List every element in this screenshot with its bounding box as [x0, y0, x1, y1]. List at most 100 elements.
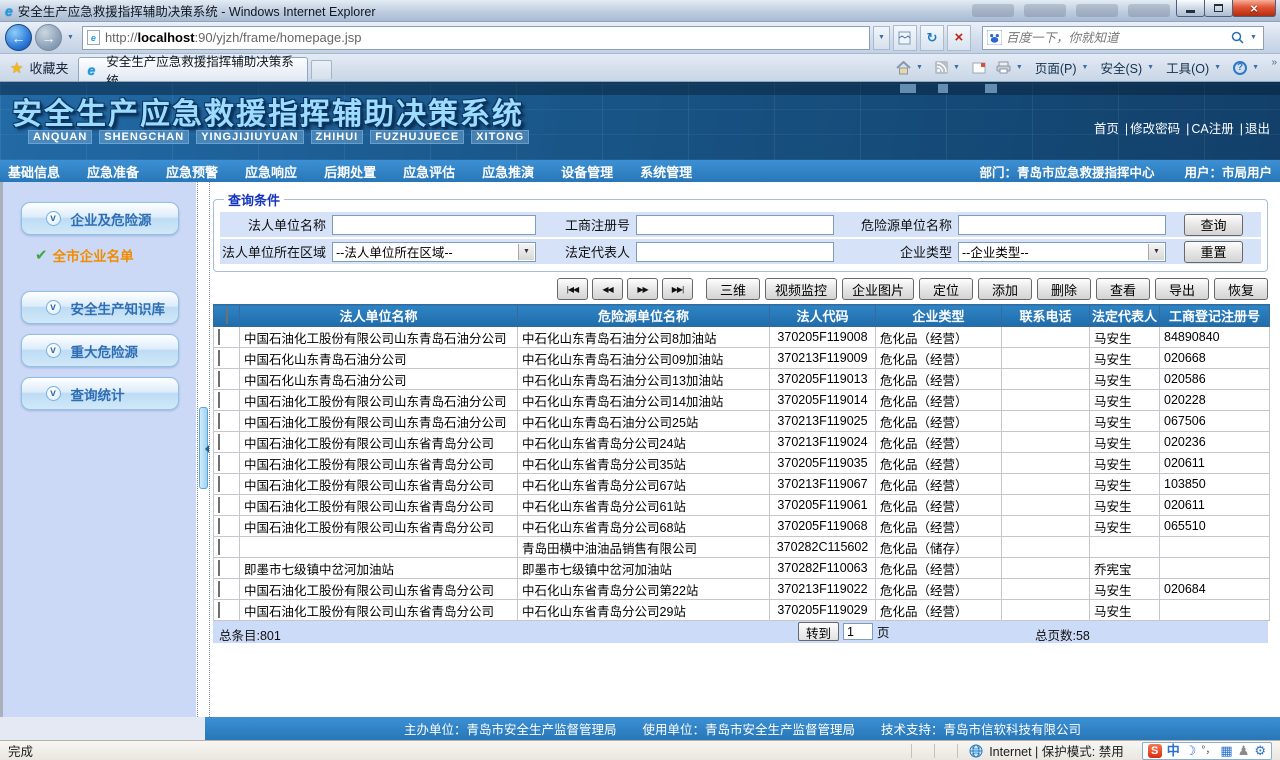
help-menu-button[interactable]: ? ▼	[1230, 60, 1264, 75]
toolbar-button[interactable]: 恢复	[1214, 278, 1268, 300]
favorites-button[interactable]: ★ 收藏夹	[0, 54, 78, 81]
table-row[interactable]: 中国石油化工股份有限公司山东省青岛分公司 中石化山东省青岛分公司68站 370205…	[213, 515, 1270, 537]
toolbar-button[interactable]: 导出	[1155, 278, 1209, 300]
page-number-input[interactable]	[843, 623, 874, 640]
table-row[interactable]: 中国石油化工股份有限公司山东省青岛分公司 中石化山东省青岛分公司24站 370213…	[213, 431, 1270, 453]
user-icon[interactable]: ♟	[1238, 743, 1250, 758]
table-row[interactable]: 中国石油化工股份有限公司山东省青岛分公司 中石化山东省青岛分公司29站 370205…	[213, 599, 1270, 621]
soft-keyboard-icon[interactable]: ▦	[1220, 743, 1232, 758]
goto-button[interactable]: 转到	[798, 622, 840, 641]
menu-item[interactable]: 系统管理	[640, 162, 692, 181]
menu-item[interactable]: 基础信息	[8, 162, 60, 181]
row-checkbox[interactable]	[218, 539, 220, 555]
menu-item[interactable]: 应急响应	[245, 162, 297, 181]
table-row[interactable]: 青岛田横中油油品销售有限公司 370282C115602 危化品（储存）	[213, 536, 1270, 558]
sidebar-group-button[interactable]: v 企业及危险源	[20, 202, 179, 235]
menu-item[interactable]: 应急推演	[482, 162, 534, 181]
feeds-button[interactable]: ▼	[932, 61, 965, 74]
row-checkbox[interactable]	[218, 518, 220, 534]
forward-button[interactable]: →	[35, 24, 62, 51]
last-page-button[interactable]: ▶▶|	[661, 278, 693, 300]
sidebar-splitter[interactable]	[197, 182, 210, 717]
table-row[interactable]: 中国石油化工股份有限公司山东省青岛分公司 中石化山东省青岛分公司61站 370205…	[213, 494, 1270, 516]
toolbar-button[interactable]: 添加	[978, 278, 1032, 300]
address-dropdown-button[interactable]: ▼	[872, 25, 890, 50]
maximize-button[interactable]	[1204, 0, 1233, 17]
select-all-checkbox[interactable]	[225, 307, 228, 324]
table-row[interactable]: 中国石油化工股份有限公司山东省青岛分公司 中石化山东省青岛分公司35站 370205…	[213, 452, 1270, 474]
home-button[interactable]: ▼	[893, 60, 928, 75]
menu-item[interactable]: 应急评估	[403, 162, 455, 181]
row-checkbox[interactable]	[218, 371, 220, 387]
prev-page-button[interactable]: ◀◀	[591, 278, 623, 300]
half-moon-icon[interactable]: ☽	[1185, 743, 1197, 758]
toolbar-button[interactable]: 视频监控	[764, 278, 837, 300]
header-link[interactable]: 退出	[1245, 122, 1270, 136]
table-row[interactable]: 中国石化山东青岛石油分公司 中石化山东青岛石油分公司09加油站 370213F119…	[213, 347, 1270, 369]
table-row[interactable]: 中国石油化工股份有限公司山东青岛石油分公司 中石化山东青岛石油分公司14加油站 37…	[213, 389, 1270, 411]
menu-item[interactable]: 后期处置	[324, 162, 376, 181]
corp-name-input[interactable]	[332, 214, 536, 235]
ent-type-select[interactable]: --企业类型-- ▼	[958, 241, 1166, 262]
read-mail-button[interactable]	[969, 62, 989, 74]
reset-button[interactable]: 重置	[1184, 240, 1243, 263]
select-all-header[interactable]	[213, 304, 240, 327]
table-row[interactable]: 即墨市七级镇中岔河加油站 即墨市七级镇中岔河加油站 370282F110063 危化品…	[213, 557, 1270, 579]
row-checkbox[interactable]	[218, 476, 220, 492]
header-link[interactable]: CA注册	[1191, 122, 1233, 136]
compatibility-view-button[interactable]	[892, 24, 917, 51]
toolbar-button[interactable]: 删除	[1037, 278, 1091, 300]
row-checkbox[interactable]	[218, 392, 220, 408]
menu-item[interactable]: 设备管理	[561, 162, 613, 181]
row-checkbox[interactable]	[218, 581, 220, 597]
table-row[interactable]: 中国石油化工股份有限公司山东青岛石油分公司 中石化山东青岛石油分公司8加油站 370…	[213, 326, 1270, 348]
security-menu-button[interactable]: 安全(S) ▼	[1097, 58, 1159, 77]
reg-no-input[interactable]	[636, 214, 834, 235]
next-page-button[interactable]: ▶▶	[626, 278, 658, 300]
toolbar-button[interactable]: 三维	[705, 278, 760, 300]
menu-item[interactable]: 应急准备	[87, 162, 139, 181]
row-checkbox[interactable]	[218, 455, 220, 471]
settings-wrench-icon[interactable]: ⚙	[1254, 743, 1266, 758]
hazard-name-input[interactable]	[958, 214, 1166, 235]
punctuation-icon[interactable]: °，	[1201, 744, 1215, 758]
header-link[interactable]: 修改密码	[1130, 122, 1180, 136]
row-checkbox[interactable]	[218, 497, 220, 513]
region-select[interactable]: --法人单位所在区域-- ▼	[332, 241, 536, 262]
search-icon[interactable]	[1231, 31, 1244, 44]
splitter-collapse-handle[interactable]	[199, 407, 209, 489]
header-link[interactable]: 首页	[1094, 122, 1119, 136]
row-checkbox[interactable]	[218, 560, 220, 576]
browser-tab[interactable]: e 安全生产应急救援指挥辅助决策系统	[78, 55, 309, 88]
search-dropdown-icon[interactable]: ▼	[1248, 34, 1259, 41]
search-input[interactable]	[1005, 30, 1227, 45]
toolbar-button[interactable]: 查看	[1096, 278, 1150, 300]
row-checkbox[interactable]	[218, 350, 220, 366]
tools-menu-button[interactable]: 工具(O) ▼	[1163, 58, 1226, 77]
table-row[interactable]: 中国石油化工股份有限公司山东省青岛分公司 中石化山东省青岛分公司67站 370213…	[213, 473, 1270, 495]
print-button[interactable]: ▼	[993, 61, 1028, 74]
toolbar-button[interactable]: 定位	[919, 278, 973, 300]
legal-rep-input[interactable]	[636, 241, 834, 262]
overflow-chevron-icon[interactable]: »	[1271, 57, 1277, 68]
table-row[interactable]: 中国石油化工股份有限公司山东省青岛分公司 中石化山东省青岛分公司第22站 37021…	[213, 578, 1270, 600]
first-page-button[interactable]: |◀◀	[556, 278, 588, 300]
sidebar-item-active[interactable]: ✔ 全市企业名单	[35, 245, 196, 265]
sogou-icon[interactable]: S	[1147, 743, 1162, 758]
search-button[interactable]: 查询	[1184, 213, 1243, 236]
table-row[interactable]: 中国石化山东青岛石油分公司 中石化山东青岛石油分公司13加油站 370205F119…	[213, 368, 1270, 390]
toolbar-button[interactable]: 企业图片	[841, 278, 914, 300]
sidebar-group-button[interactable]: v 重大危险源	[20, 334, 179, 367]
sidebar-group-button[interactable]: v 查询统计	[20, 377, 179, 410]
back-button[interactable]: ←	[5, 24, 32, 51]
new-tab-button[interactable]	[311, 60, 333, 79]
search-box[interactable]: ▼	[981, 25, 1264, 50]
stop-button[interactable]: ×	[946, 24, 971, 51]
row-checkbox[interactable]	[218, 413, 220, 429]
table-row[interactable]: 中国石油化工股份有限公司山东青岛石油分公司 中石化山东青岛石油分公司25站 3702…	[213, 410, 1270, 432]
close-button[interactable]: ×	[1232, 0, 1276, 17]
refresh-button[interactable]: ↻	[919, 24, 944, 51]
row-checkbox[interactable]	[218, 434, 220, 450]
row-checkbox[interactable]	[218, 602, 220, 618]
address-bar[interactable]: e http://localhost:90/yjzh/frame/homepag…	[81, 25, 870, 50]
